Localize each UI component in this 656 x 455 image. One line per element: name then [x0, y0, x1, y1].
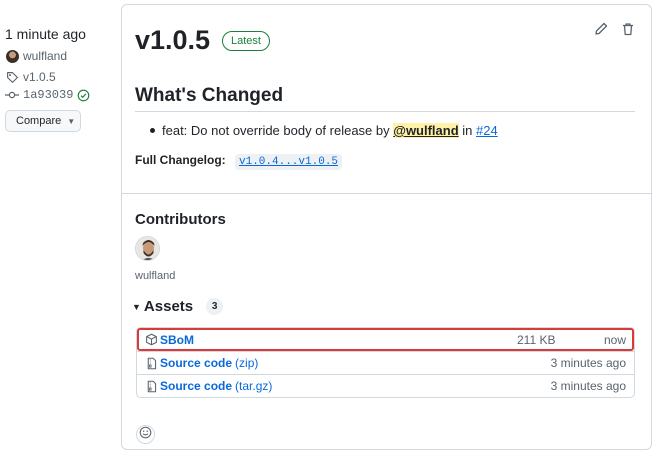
package-icon: [145, 333, 158, 346]
changelog-label: Full Changelog:: [135, 153, 226, 167]
contributor-avatar[interactable]: [135, 236, 160, 261]
asset-time: now: [603, 332, 626, 347]
smiley-icon: [139, 426, 152, 444]
asset-time: 3 minutes ago: [550, 356, 626, 370]
file-zip-icon: [145, 380, 158, 393]
compare-button[interactable]: Compare ▼: [5, 110, 81, 132]
change-item: feat: Do not override body of release by…: [150, 123, 498, 138]
asset-format: (zip): [235, 356, 259, 370]
whats-changed-heading: What's Changed: [135, 85, 284, 106]
asset-name: Source code: [160, 356, 233, 370]
assets-heading: Assets: [143, 298, 194, 315]
release-body: v1.0.5 Latest What's Changed feat: Do no…: [122, 5, 651, 193]
release-time: 1 minute ago: [5, 26, 86, 42]
check-circle-icon: [76, 88, 90, 102]
bullet: [150, 128, 155, 134]
heading-divider: [135, 111, 635, 112]
asset-link[interactable]: SBoM: [145, 333, 194, 347]
asset-format: (tar.gz): [235, 379, 273, 393]
release-author[interactable]: wulfland: [5, 49, 67, 63]
file-zip-icon: [145, 357, 158, 370]
compare-label: Compare: [16, 115, 62, 127]
avatar: [5, 49, 19, 63]
asset-link[interactable]: Source code (tar.gz): [145, 379, 272, 393]
user-mention[interactable]: @wulfland: [393, 123, 459, 138]
author-name: wulfland: [23, 49, 68, 63]
release-card: v1.0.5 Latest What's Changed feat: Do no…: [121, 4, 652, 450]
tag-name: v1.0.5: [23, 70, 56, 84]
asset-row[interactable]: SBoM 211 KB now: [137, 328, 634, 351]
changelog-compare-link[interactable]: v1.0.4...v1.0.5: [235, 154, 343, 170]
release-commit[interactable]: 1a93039: [5, 88, 94, 102]
pencil-icon[interactable]: [593, 21, 609, 37]
asset-row[interactable]: Source code (zip) 3 minutes ago: [137, 351, 634, 374]
release-footer: Contributors wulfland ▼ Assets 3 SBoM 21…: [122, 193, 651, 449]
release-title[interactable]: v1.0.5: [135, 25, 210, 56]
commit-sha: 1a93039: [23, 88, 74, 102]
add-reaction-button[interactable]: [136, 425, 155, 444]
commit-icon: [5, 88, 19, 102]
tag-icon: [5, 70, 19, 84]
change-text: feat: Do not override body of release by: [162, 123, 390, 138]
asset-size: 211 KB: [517, 332, 556, 347]
contributors-heading: Contributors: [135, 211, 226, 228]
asset-name: Source code: [160, 379, 233, 393]
asset-link[interactable]: Source code (zip): [145, 356, 258, 370]
trash-icon[interactable]: [620, 21, 636, 37]
triangle-down-icon: ▼: [132, 301, 141, 312]
assets-list: SBoM 211 KB now Source code (zip) 3 minu…: [136, 327, 635, 398]
release-tag[interactable]: v1.0.5: [5, 70, 56, 84]
asset-time: 3 minutes ago: [550, 379, 626, 393]
pull-request-link[interactable]: #24: [476, 123, 498, 138]
chevron-down-icon: ▼: [67, 116, 76, 126]
assets-toggle[interactable]: ▼ Assets 3: [132, 298, 224, 315]
asset-name: SBoM: [160, 332, 194, 347]
assets-count-badge: 3: [206, 298, 224, 315]
contributor-name[interactable]: wulfland: [135, 270, 175, 282]
asset-row[interactable]: Source code (tar.gz) 3 minutes ago: [137, 374, 634, 397]
latest-badge: Latest: [222, 31, 270, 51]
full-changelog: Full Changelog: v1.0.4...v1.0.5: [135, 153, 343, 170]
change-in: in: [462, 123, 473, 138]
